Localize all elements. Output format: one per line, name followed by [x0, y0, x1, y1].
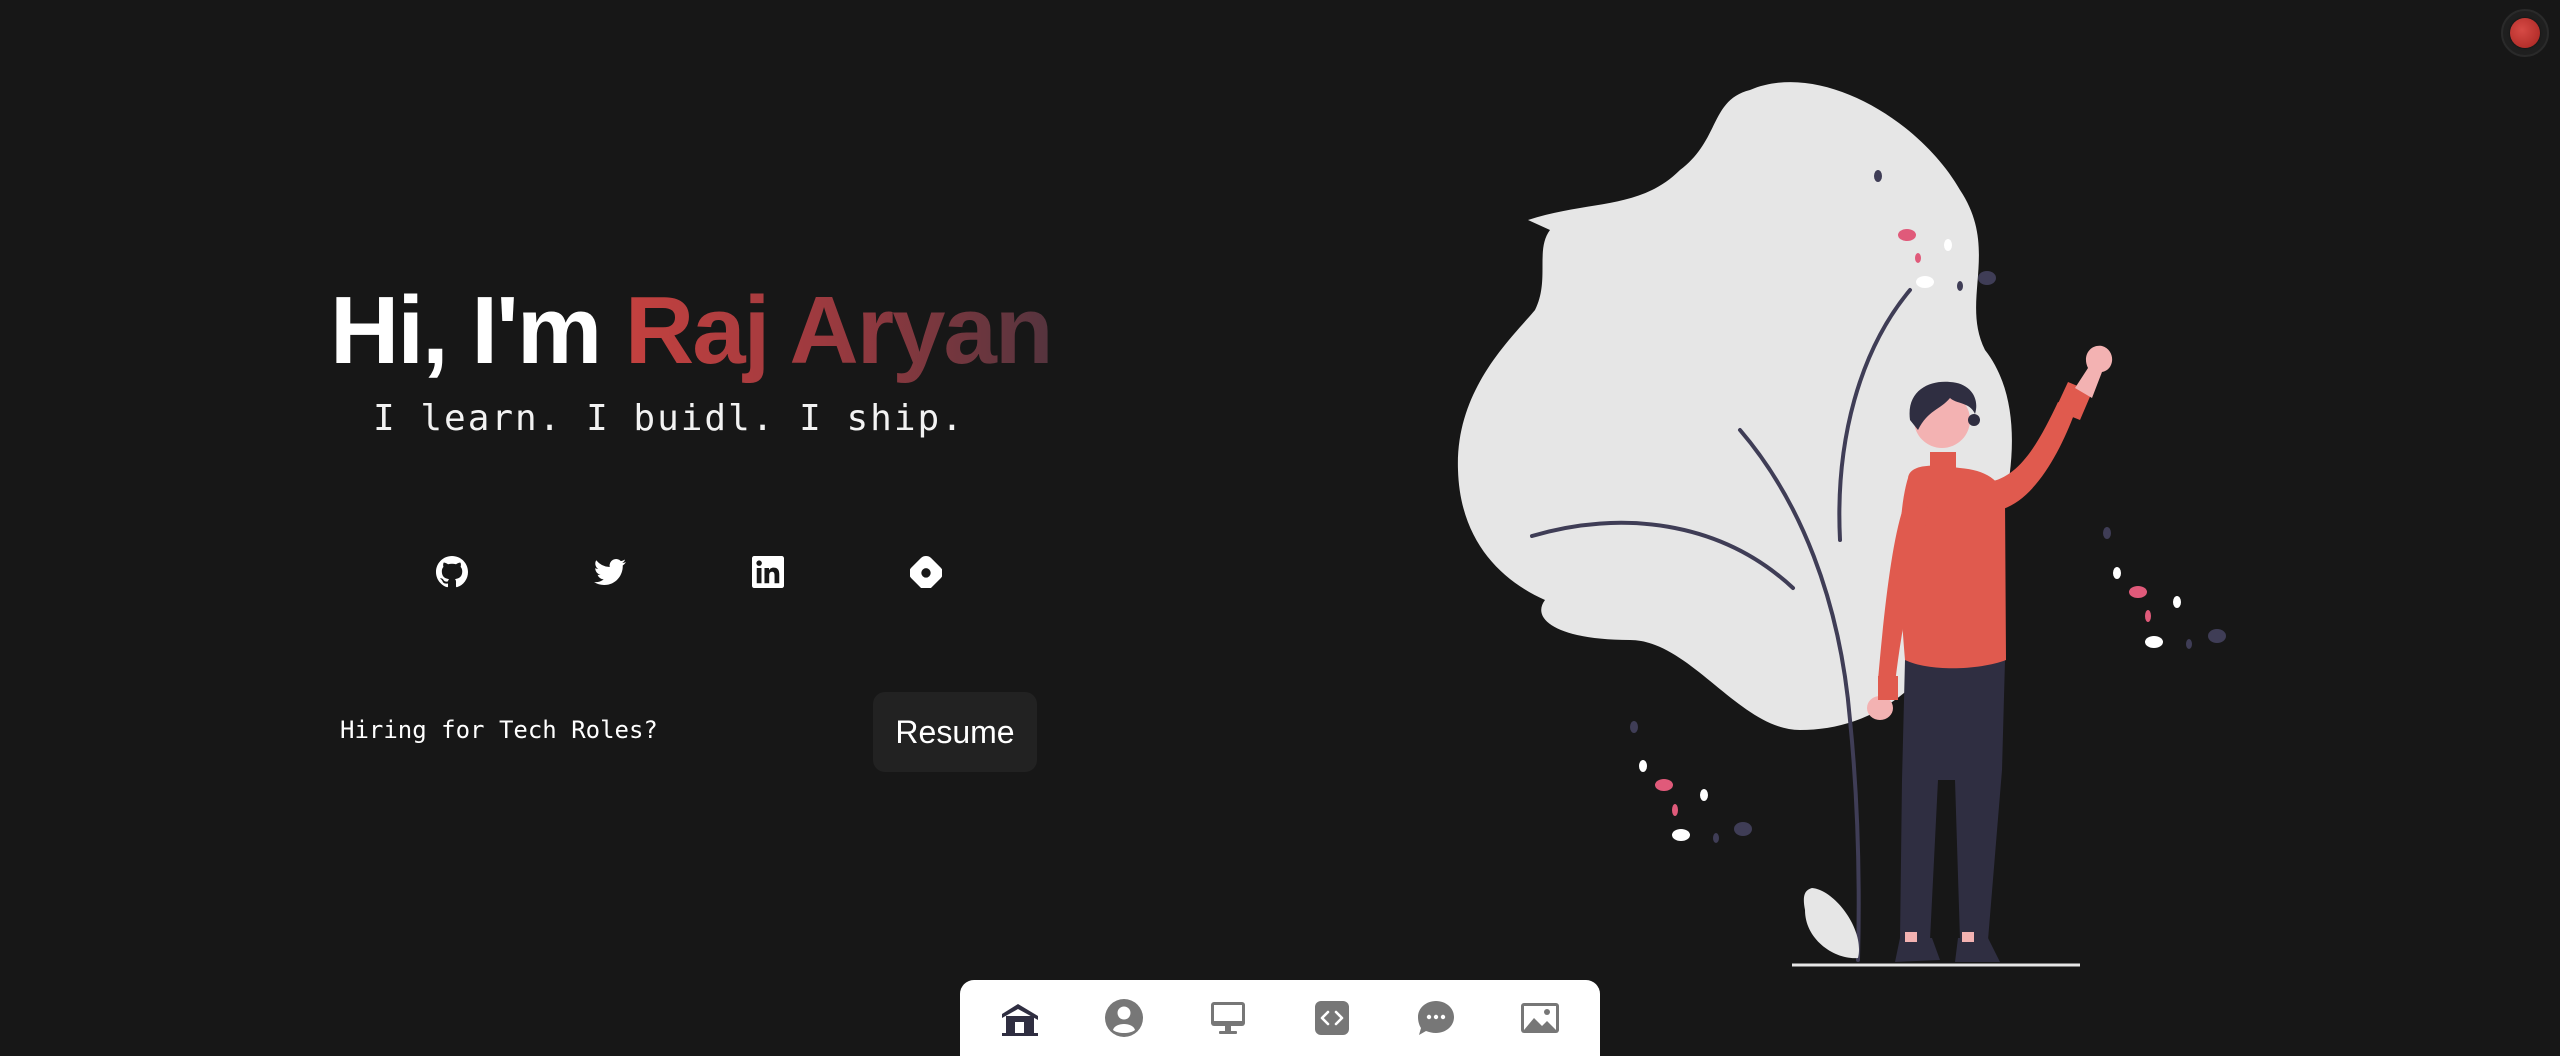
- monitor-icon: [1211, 1002, 1245, 1034]
- dock-item-gallery[interactable]: [1512, 990, 1568, 1046]
- hashnode-icon: [910, 556, 942, 588]
- resume-button[interactable]: Resume: [873, 692, 1037, 772]
- hero-name: Raj Aryan: [624, 277, 1054, 384]
- image-icon: [1521, 1003, 1559, 1033]
- theme-toggle-dot: [2510, 18, 2540, 48]
- dock-item-about[interactable]: [1096, 990, 1152, 1046]
- hero-greeting: Hi, I'm: [330, 277, 602, 384]
- user-icon: [1105, 999, 1143, 1037]
- hero-title: Hi, I'm Raj Aryan: [330, 277, 1054, 384]
- twitter-link[interactable]: [588, 550, 632, 594]
- page: Hi, I'm Raj Aryan I learn. I buidl. I sh…: [0, 0, 2560, 1056]
- person-leaf-illustration: [1457, 82, 2226, 967]
- linkedin-link[interactable]: [746, 550, 790, 594]
- dock-item-contact[interactable]: [1408, 990, 1464, 1046]
- github-link[interactable]: [430, 550, 474, 594]
- dock-item-home[interactable]: [992, 990, 1048, 1046]
- twitter-icon: [594, 559, 626, 585]
- hero-tagline: I learn. I buidl. I ship.: [373, 398, 965, 439]
- social-links: [430, 550, 1062, 594]
- code-icon: [1315, 1001, 1349, 1035]
- dock-item-projects[interactable]: [1200, 990, 1256, 1046]
- linkedin-icon: [752, 556, 784, 588]
- chat-icon: [1418, 1001, 1454, 1035]
- bottom-dock: [960, 980, 1600, 1056]
- theme-toggle-button[interactable]: [2501, 9, 2549, 57]
- home-icon: [1002, 1004, 1038, 1036]
- github-icon: [436, 556, 468, 588]
- hiring-text: Hiring for Tech Roles?: [340, 716, 658, 744]
- dock-item-code[interactable]: [1304, 990, 1360, 1046]
- hashnode-link[interactable]: [904, 550, 948, 594]
